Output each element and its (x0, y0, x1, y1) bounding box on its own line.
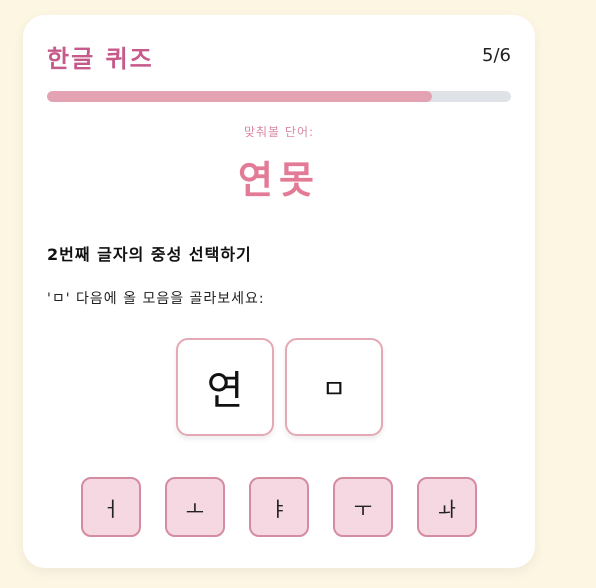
vowel-option-button[interactable]: ㅓ (81, 477, 141, 537)
word-label: 맞춰볼 단어: (243, 125, 315, 139)
progress-fill (47, 91, 433, 102)
syllable-text: ㅁ (322, 374, 346, 405)
quiz-title: 한글 퀴즈 (47, 45, 154, 73)
question-counter: 5/6 (482, 45, 511, 66)
instruction-text: 2번째 글자의 중성 선택하기 (47, 245, 252, 264)
quiz-card: 한글 퀴즈 5/6 맞춰볼 단어: 연못 2번째 글자의 중성 선택하기 'ㅁ'… (23, 15, 535, 568)
vowel-options: ㅓ ㅗ ㅑ ㅜ ㅘ (81, 477, 477, 537)
progress-bar (47, 91, 511, 102)
syllable-boxes: 연 ㅁ (176, 338, 383, 436)
vowel-option-button[interactable]: ㅘ (417, 477, 477, 537)
syllable-text: 연 (206, 368, 244, 414)
target-word: 연못 (238, 158, 320, 202)
vowel-option-button[interactable]: ㅜ (333, 477, 393, 537)
syllable-box-current: ㅁ (285, 338, 383, 436)
hint-text: 'ㅁ' 다음에 올 모음을 골라보세요: (47, 291, 265, 307)
syllable-box-completed: 연 (176, 338, 274, 436)
vowel-option-button[interactable]: ㅗ (165, 477, 225, 537)
vowel-option-button[interactable]: ㅑ (249, 477, 309, 537)
